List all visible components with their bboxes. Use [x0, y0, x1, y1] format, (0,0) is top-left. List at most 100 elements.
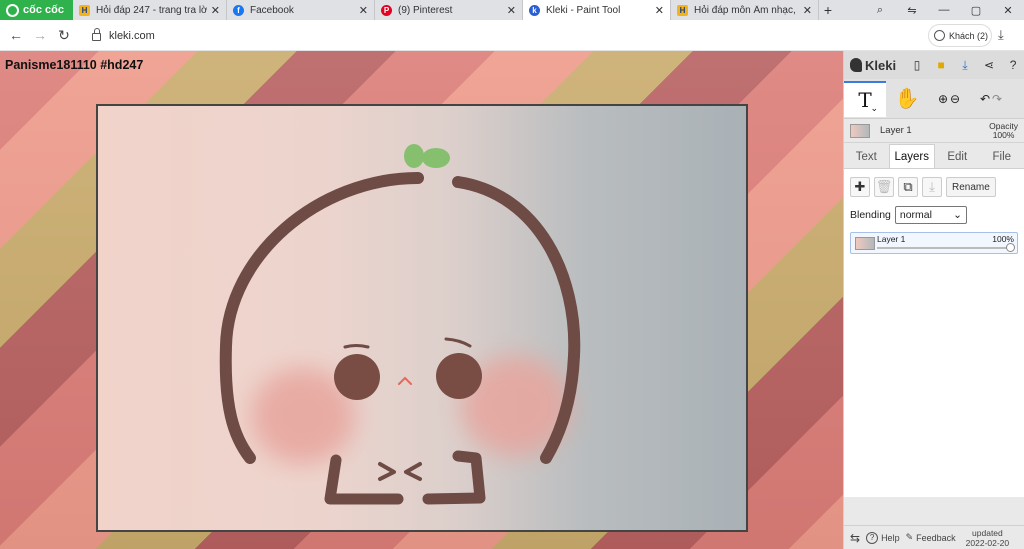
slider-handle[interactable]: [1006, 243, 1015, 252]
layers-panel: ✚ 🗑 ⧉ ⤓ Rename Blending normal ⌄ Layer 1…: [844, 169, 1024, 497]
blending-row: Blending normal ⌄: [850, 206, 1018, 224]
delete-layer-button[interactable]: 🗑: [874, 177, 894, 197]
layer-thumbnail: [850, 123, 870, 138]
tab-search-icon[interactable]: ⌕: [864, 4, 896, 17]
minimize-icon[interactable]: —: [928, 4, 960, 16]
right-eyebrow: [444, 337, 472, 348]
hd247-icon: H: [677, 4, 688, 16]
tab-kleki[interactable]: k Kleki - Paint Tool ✕: [523, 0, 671, 20]
avatar-icon: [934, 30, 945, 41]
redo-icon[interactable]: ↷: [992, 92, 1002, 106]
updated-date: 2022-02-20: [965, 537, 1010, 548]
tab-edit[interactable]: Edit: [935, 145, 980, 168]
tab-title: Facebook: [250, 4, 294, 16]
new-image-icon[interactable]: ▯: [908, 58, 926, 72]
zoom-controls: ⊕ ⊖: [928, 92, 970, 106]
download-icon[interactable]: ⤓: [998, 27, 1004, 43]
sprout-leaf-right: [422, 148, 450, 168]
chevron-down-icon: ⌄: [953, 209, 962, 221]
close-window-icon[interactable]: ✕: [992, 4, 1024, 17]
close-icon[interactable]: ✕: [803, 4, 812, 17]
blending-select[interactable]: normal ⌄: [894, 206, 967, 224]
kleki-bird-icon: [850, 58, 862, 72]
maximize-icon[interactable]: ▢: [960, 4, 992, 17]
back-icon[interactable]: ←: [4, 27, 28, 43]
left-foot: [324, 454, 404, 505]
new-tab-button[interactable]: +: [819, 0, 837, 20]
download-icon[interactable]: ⤓: [956, 58, 974, 73]
mouth-right: [404, 462, 422, 481]
app-name: Kleki: [865, 57, 897, 73]
tab-hd247[interactable]: H Hỏi đáp 247 - trang tra lời ✕: [73, 0, 227, 20]
profile-button[interactable]: Khách (2): [928, 24, 992, 47]
panel-tabs: Text Layers Edit File: [844, 143, 1024, 169]
feedback-icon: ✎: [905, 532, 914, 542]
tab-pinterest[interactable]: P (9) Pinterest ✕: [375, 0, 523, 20]
panel-footer: ⇆ ? Help ✎ Feedback updated 2022-02-20: [844, 525, 1024, 549]
help-icon: ?: [866, 531, 879, 544]
close-icon[interactable]: ✕: [211, 4, 220, 17]
left-eyebrow: [343, 344, 370, 349]
forward-icon[interactable]: →: [28, 27, 52, 43]
address-bar[interactable]: kleki.com: [84, 24, 920, 47]
opacity-value: 100%: [992, 129, 1015, 140]
canvas-caption: Panisme181110 #hd247: [5, 58, 144, 72]
browser-tab-bar: cốc cốc H Hỏi đáp 247 - trang tra lời ✕ …: [0, 0, 1024, 20]
layer-actions: ✚ 🗑 ⧉ ⤓ Rename: [850, 177, 1018, 197]
add-layer-button[interactable]: ✚: [850, 177, 870, 197]
layer-opacity-slider[interactable]: [877, 243, 1015, 252]
sprout-leaf-left: [404, 144, 424, 168]
history-icon[interactable]: ⇋: [896, 4, 928, 17]
panel-header: Kleki ▯ ■ ⤓ ⋖ ?: [844, 51, 1024, 79]
tool-bar: T ⌄ ✋ ⊕ ⊖ ↶ ↷: [844, 79, 1024, 119]
profile-label: Khách (2): [949, 30, 989, 41]
drawing-canvas[interactable]: [96, 104, 748, 532]
chevron-down-icon[interactable]: ⌄: [870, 103, 878, 114]
hand-icon: ✋: [894, 88, 920, 110]
blending-label: Blending: [850, 209, 891, 221]
kleki-side-panel: Kleki ▯ ■ ⤓ ⋖ ? T ⌄ ✋ ⊕ ⊖ ↶ ↷ Layer 1 Op…: [843, 51, 1024, 549]
window-controls: ⌕ ⇋ — ▢ ✕: [864, 0, 1024, 20]
close-icon[interactable]: ✕: [359, 4, 368, 17]
undo-redo-controls: ↶ ↷: [970, 92, 1012, 106]
facebook-icon: f: [233, 4, 244, 16]
right-foot: [422, 450, 486, 505]
layer-list-item[interactable]: Layer 1 100%: [850, 232, 1018, 254]
browser-brand-label: cốc cốc: [23, 4, 64, 16]
current-layer-header: Layer 1 Opacity 100%: [844, 119, 1024, 143]
feedback-button[interactable]: ✎ Feedback: [906, 532, 956, 543]
tab-title: Kleki - Paint Tool: [546, 4, 621, 16]
duplicate-layer-button[interactable]: ⧉: [898, 177, 918, 197]
help-label: Help: [881, 532, 900, 543]
hand-tool-button[interactable]: ✋: [886, 81, 928, 117]
swap-icon[interactable]: ⇆: [850, 531, 860, 545]
feedback-label: Feedback: [916, 532, 956, 543]
rename-button[interactable]: Rename: [946, 177, 996, 197]
address-toolbar: ← → ↻ kleki.com Khách (2) ⤓: [0, 20, 1024, 51]
reload-icon[interactable]: ↻: [52, 27, 76, 44]
share-icon[interactable]: ⋖: [980, 58, 998, 72]
lock-icon[interactable]: [92, 27, 101, 41]
tab-file[interactable]: File: [980, 145, 1024, 168]
tab-text[interactable]: Text: [844, 145, 889, 168]
coccoc-logo-icon: [6, 3, 19, 17]
save-icon[interactable]: ■: [932, 58, 950, 72]
merge-layer-button[interactable]: ⤓: [922, 177, 942, 197]
zoom-out-icon[interactable]: ⊖: [950, 92, 960, 106]
help-button[interactable]: ? Help: [866, 531, 900, 544]
text-tool-button[interactable]: T ⌄: [844, 80, 886, 117]
zoom-in-icon[interactable]: ⊕: [938, 92, 948, 106]
kleki-logo[interactable]: Kleki: [850, 58, 896, 73]
undo-icon[interactable]: ↶: [980, 92, 990, 106]
canvas-stage[interactable]: Panisme181110 #hd247: [0, 51, 843, 549]
tab-facebook[interactable]: f Facebook ✕: [227, 0, 375, 20]
close-icon[interactable]: ✕: [655, 4, 664, 17]
help-icon[interactable]: ?: [1004, 58, 1022, 72]
browser-menu-button[interactable]: cốc cốc: [0, 0, 73, 20]
blending-value: normal: [899, 209, 932, 221]
artwork: [219, 144, 581, 505]
close-icon[interactable]: ✕: [507, 4, 516, 17]
tab-layers[interactable]: Layers: [888, 144, 935, 168]
tab-amnhac[interactable]: H Hỏi đáp môn Âm nhạc, M ✕: [671, 0, 819, 20]
kleki-icon: k: [529, 4, 540, 16]
